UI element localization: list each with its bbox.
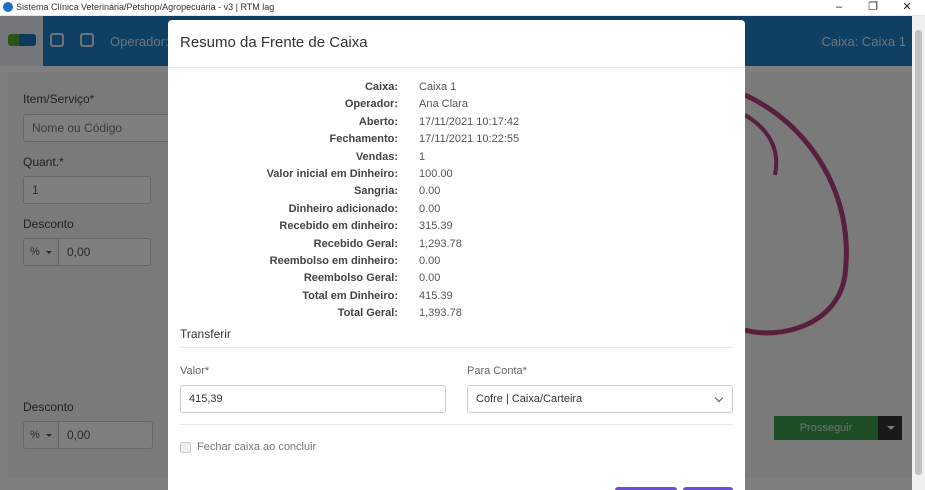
summary-label: Fechamento: (329, 133, 398, 146)
summary-value: 0.00 (419, 202, 441, 215)
valor-label: Valor* (180, 365, 210, 377)
close-icon[interactable]: ✕ (890, 0, 924, 15)
app-icon (3, 2, 13, 12)
para-conta-label: Para Conta* (467, 365, 527, 377)
summary-value: 0.00 (419, 255, 441, 267)
summary-row: Sangria: 0.00 (168, 183, 745, 199)
summary-row: Caixa: Caixa 1 (168, 79, 745, 95)
valor-input[interactable]: 415,39 (180, 385, 446, 413)
summary-label: Total Geral: (337, 307, 398, 320)
minimize-icon[interactable]: – (822, 0, 856, 15)
summary-label: Aberto: (358, 115, 398, 128)
summary-label: Recebido em dinheiro: (279, 220, 398, 233)
summary-label: Caixa: (364, 81, 398, 93)
summary-label: Operador: (344, 98, 398, 111)
summary-value: Ana Clara (419, 98, 468, 111)
cash-register-summary-modal: Resumo da Frente de Caixa Caixa: Caixa 1 O… (168, 20, 745, 490)
summary-value: 100.00 (419, 168, 453, 180)
summary-value: 0.00 (419, 272, 441, 285)
summary-value: 415.39 (419, 289, 453, 302)
summary-label: Total em Dinheiro: (302, 289, 398, 302)
summary-row: Vendas: 1 (168, 149, 745, 165)
summary-row: Recebido Geral: 1,293.78 (168, 236, 745, 252)
para-conta-select[interactable]: Cofre | Caixa/Carteira (467, 385, 733, 413)
summary-row: Fechamento: 17/11/2021 10:22:55 (168, 131, 745, 147)
summary-label: Reembolso Geral: (303, 272, 398, 285)
window-title: Sistema Clínica Veterinária/Petshop/Agro… (16, 2, 275, 12)
summary-row: Operador: Ana Clara (168, 96, 745, 112)
summary-row: Aberto: 17/11/2021 10:17:42 (168, 114, 745, 130)
summary-value: 1 (419, 150, 426, 163)
summary-row: Valor inicial em Dinheiro: 100.00 (168, 166, 745, 182)
summary-label: Dinheiro adicionado: (288, 202, 398, 215)
summary-label: Recebido Geral: (313, 237, 398, 250)
summary-row: Reembolso Geral: 0.00 (168, 270, 745, 286)
summary-value: 315.39 (419, 220, 453, 233)
summary-row: Reembolso em dinheiro: 0.00 (168, 253, 745, 269)
summary-value: 17/11/2021 10:17:42 (419, 115, 520, 128)
window-scrollbar[interactable] (912, 16, 925, 490)
summary-row: Total Geral: 1,393.78 (168, 305, 745, 321)
summary-label: Reembolso em dinheiro: (269, 255, 398, 267)
summary-label: Sangria: (353, 185, 398, 198)
fields-divider (180, 424, 733, 425)
transfer-divider (180, 347, 733, 348)
modal-header-divider (168, 67, 745, 68)
modal-title: Resumo da Frente de Caixa (180, 34, 368, 51)
fechar-caixa-checkbox[interactable] (180, 442, 191, 453)
para-conta-value: Cofre | Caixa/Carteira (476, 393, 583, 405)
summary-row: Recebido em dinheiro: 315.39 (168, 218, 745, 234)
maximize-icon[interactable]: ❐ (856, 0, 890, 15)
summary-row: Dinheiro adicionado: 0.00 (168, 201, 745, 217)
transfer-section-title: Transferir (180, 327, 231, 341)
scrollbar-thumb[interactable] (915, 30, 922, 475)
summary-value: Caixa 1 (419, 81, 457, 93)
summary-value: 0.00 (419, 185, 441, 198)
summary-value: 1,293.78 (419, 237, 462, 250)
summary-row: Total em Dinheiro: 415.39 (168, 288, 745, 304)
fechar-caixa-label[interactable]: Fechar caixa ao concluir (197, 441, 316, 453)
summary-value: 17/11/2021 10:22:55 (419, 133, 520, 146)
summary-label: Vendas: (355, 150, 398, 163)
window-titlebar: Sistema Clínica Veterinária/Petshop/Agro… (0, 0, 925, 16)
summary-label: Valor inicial em Dinheiro: (266, 168, 398, 180)
summary-value: 1,393.78 (419, 307, 462, 320)
